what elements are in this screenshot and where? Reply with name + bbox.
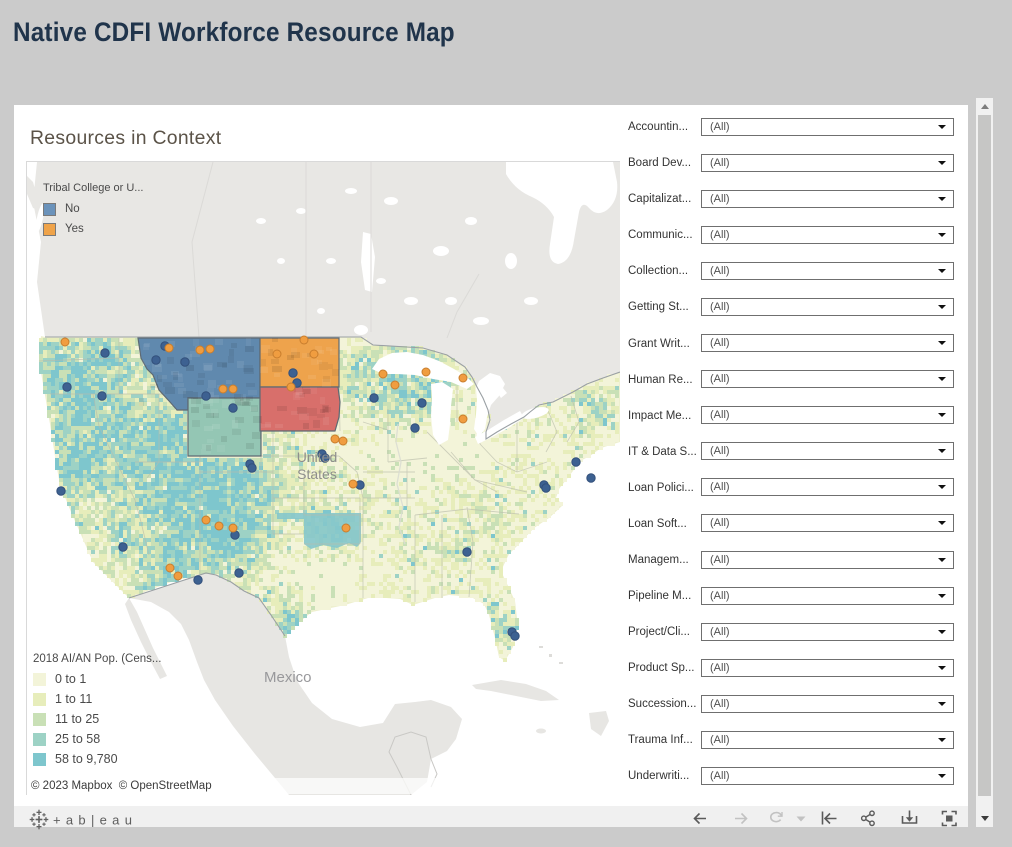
- svg-text:States: States: [297, 466, 337, 482]
- svg-text:Mexico: Mexico: [264, 669, 312, 686]
- svg-text:+ab|eau: +ab|eau: [53, 813, 137, 828]
- svg-text:United: United: [297, 449, 337, 465]
